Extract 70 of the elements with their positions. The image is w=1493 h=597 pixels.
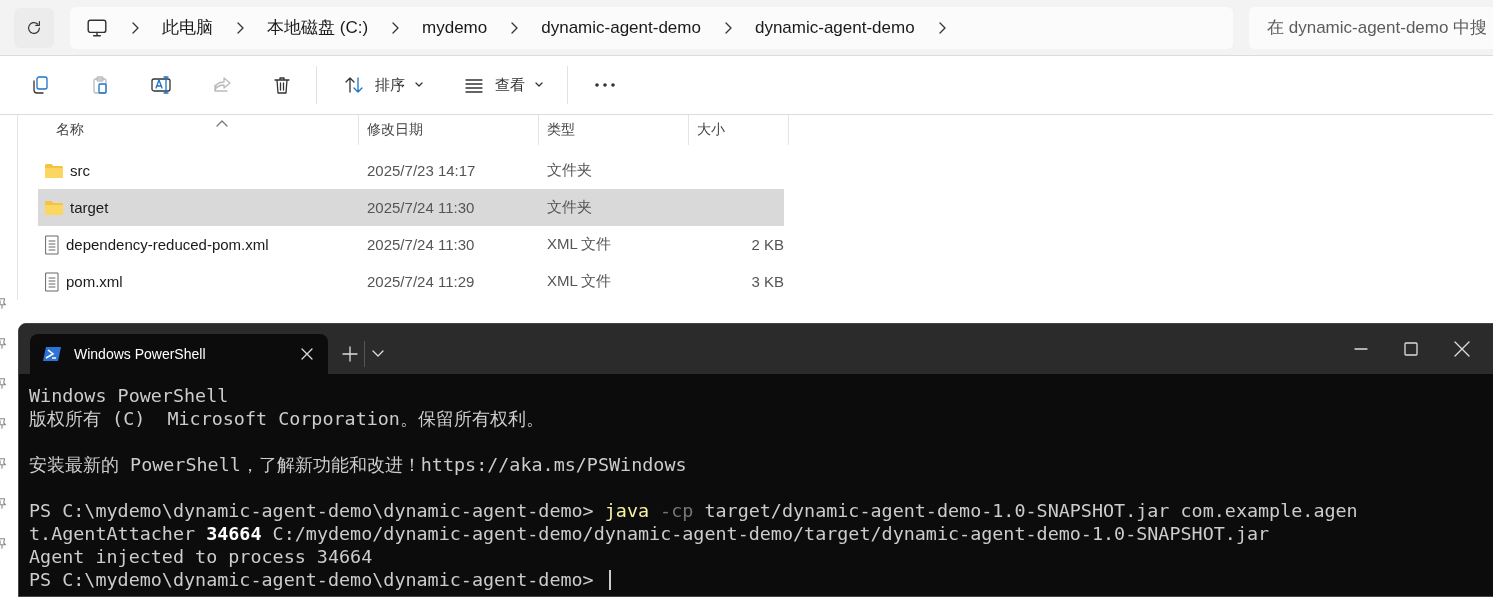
dropdown-button[interactable] xyxy=(371,349,385,359)
close-icon[interactable] xyxy=(300,347,314,361)
file-size: 2 KB xyxy=(750,236,784,253)
close-button[interactable] xyxy=(1454,341,1470,357)
modified-date: 2025/7/24 11:30 xyxy=(366,236,476,253)
plus-icon xyxy=(342,346,358,362)
terminal-line: Agent injected to process 34664 xyxy=(29,545,373,568)
share-icon xyxy=(212,75,232,95)
refresh-icon xyxy=(25,18,43,37)
terminal-line: t.AgentAttacher 34664 C:/mydemo/dynamic-agent-demo/dynamic-agent-demo/target/dynamic-agent-demo-1.0-SNAPSHOT.jar xyxy=(29,522,1270,545)
delete-icon xyxy=(272,75,292,95)
chevron-down-icon xyxy=(371,349,385,359)
column-header[interactable]: 名称 xyxy=(56,121,84,137)
caret-icon xyxy=(535,82,543,88)
terminal-line: 版权所有 (C) Microsoft Corporation。保留所有权利。 xyxy=(29,407,544,430)
file-type: 文件夹 xyxy=(546,198,593,217)
maximize-icon xyxy=(1404,342,1418,356)
modified-date: 2025/7/23 14:17 xyxy=(366,162,477,179)
file-type: XML 文件 xyxy=(546,272,613,291)
powershell-icon xyxy=(42,346,62,362)
modified-date: 2025/7/24 11:29 xyxy=(366,273,476,290)
file-row[interactable]: dependency-reduced-pom.xml 2025/7/24 11:30 XML 文件 2 KB xyxy=(38,226,784,263)
terminal-tab[interactable]: Windows PowerShell xyxy=(30,334,328,374)
maximize-button[interactable] xyxy=(1404,342,1418,356)
caret-icon xyxy=(415,82,423,88)
file-size: 3 KB xyxy=(750,273,784,290)
file-type: 文件夹 xyxy=(546,161,593,180)
file-name: dependency-reduced-pom.xml xyxy=(66,236,269,253)
file-name: target xyxy=(70,199,109,216)
document-icon xyxy=(44,271,60,292)
search-field[interactable]: 在 dynamic-agent-demo 中搜 xyxy=(1249,6,1493,49)
close-icon xyxy=(1454,341,1470,357)
breadcrumb-item[interactable]: 此电脑 xyxy=(162,16,213,39)
column-header[interactable]: 大小 xyxy=(697,121,725,137)
chevron-icon xyxy=(509,20,520,35)
document-icon xyxy=(44,234,60,255)
copy-icon xyxy=(30,75,50,95)
new-tab-button[interactable] xyxy=(342,346,358,362)
terminal-line: PS C:\mydemo\dynamic-agent-demo\dynamic-agent-demo> java -cp target/dynamic-agent-demo-1.0-SNAPSHOT.jar com.example.agen xyxy=(29,499,1358,522)
clipboard-icon xyxy=(90,75,110,95)
column-header[interactable]: 类型 xyxy=(547,121,575,137)
modified-date: 2025/7/24 11:30 xyxy=(366,199,476,216)
chevron-icon xyxy=(130,20,140,35)
terminal-line: 安装最新的 PowerShell，了解新功能和改进！https://aka.ms/PSWindows xyxy=(29,453,687,476)
terminal-line: PS C:\mydemo\dynamic-agent-demo\dynamic-agent-demo> xyxy=(29,568,595,591)
sort-caret-icon xyxy=(216,119,228,127)
terminal-line: Windows PowerShell xyxy=(29,384,229,407)
breadcrumb-item[interactable]: mydemo xyxy=(422,17,488,38)
column-header[interactable]: 修改日期 xyxy=(367,121,423,137)
file-name: pom.xml xyxy=(66,273,123,290)
rename-icon xyxy=(150,75,172,95)
address-bar[interactable]: 此电脑 本地磁盘 (C:) mydemo dynamic-agent-demo dynamic-agent-demo xyxy=(70,6,1233,49)
file-name: src xyxy=(70,162,90,179)
view-button[interactable]: 查看 xyxy=(453,65,553,105)
file-row[interactable]: target 2025/7/24 11:30 文件夹 xyxy=(38,189,784,226)
breadcrumb-item[interactable]: dynamic-agent-demo xyxy=(754,17,915,38)
text-cursor xyxy=(608,569,611,590)
breadcrumb-item[interactable]: dynamic-agent-demo xyxy=(541,17,701,38)
file-row[interactable]: src 2025/7/23 14:17 文件夹 xyxy=(38,152,784,189)
file-type: XML 文件 xyxy=(546,235,613,254)
folder-icon xyxy=(44,199,64,216)
chevron-icon xyxy=(235,20,245,35)
chevron-icon xyxy=(390,20,401,35)
breadcrumb-item[interactable]: 本地磁盘 (C:) xyxy=(267,16,369,39)
more-icon xyxy=(594,82,616,88)
folder-icon xyxy=(44,162,64,179)
file-row[interactable]: pom.xml 2025/7/24 11:29 XML 文件 3 KB xyxy=(38,263,784,300)
refresh-button[interactable] xyxy=(14,7,54,48)
sort-button[interactable]: 排序 xyxy=(333,65,433,105)
sort-icon xyxy=(343,75,365,95)
